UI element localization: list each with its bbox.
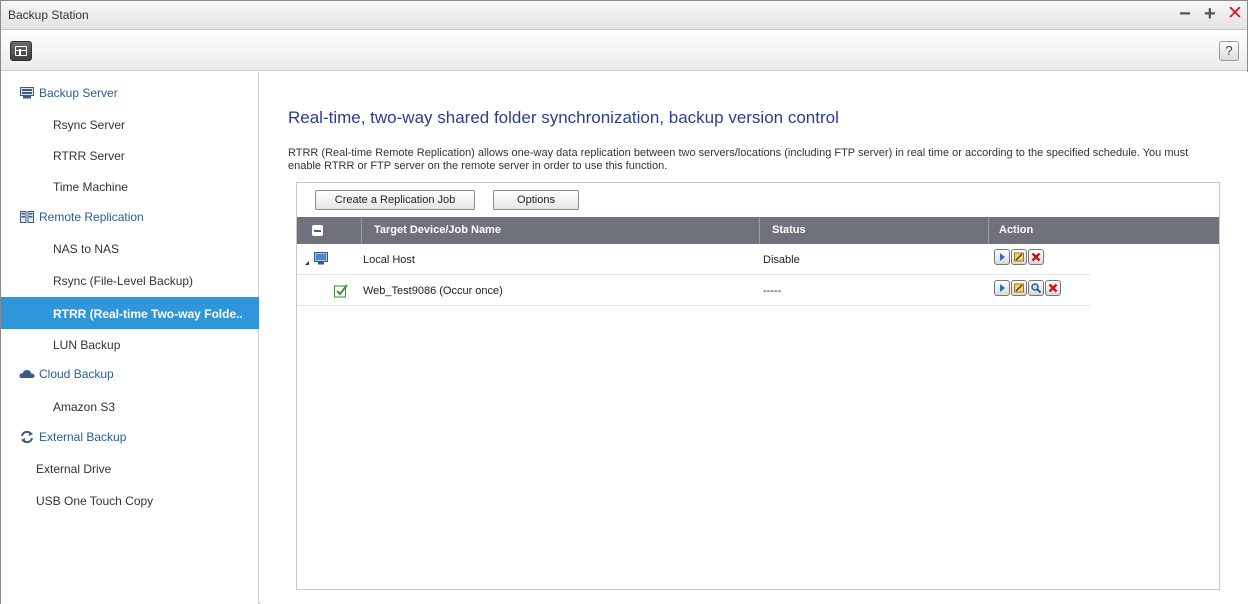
- help-button[interactable]: ?: [1219, 41, 1239, 61]
- edit-icon: [1014, 283, 1024, 293]
- maximize-button[interactable]: +: [1204, 3, 1216, 25]
- cloud-icon: [19, 370, 35, 378]
- column-header-action: Action: [988, 217, 1219, 244]
- window-title: Backup Station: [8, 8, 89, 22]
- sidebar-group-cloud-backup[interactable]: Cloud Backup: [1, 359, 259, 389]
- delete-button[interactable]: [1028, 249, 1044, 265]
- delete-button[interactable]: [1045, 280, 1061, 296]
- jobs-table-header: Target Device/Job Name Status Action: [297, 217, 1219, 244]
- menu-icon: [15, 46, 27, 56]
- delete-icon: [1031, 252, 1041, 262]
- sidebar-item-rtrr[interactable]: RTRR (Real-time Two-way Folde..: [1, 297, 259, 329]
- sidebar: Backup Server Rsync Server RTRR Server T…: [1, 72, 259, 604]
- sidebar-item-amazon-s3[interactable]: Amazon S3: [1, 391, 259, 421]
- sidebar-item-label: Time Machine: [53, 180, 128, 194]
- sidebar-group-label: Cloud Backup: [39, 367, 114, 381]
- row-actions: [994, 249, 1044, 265]
- sidebar-group-label: Remote Replication: [39, 210, 144, 224]
- sidebar-group-external-backup[interactable]: External Backup: [1, 422, 259, 452]
- row-actions: [994, 280, 1061, 296]
- delete-icon: [1048, 283, 1058, 293]
- job-status-check-icon: [334, 284, 348, 298]
- sidebar-item-external-drive[interactable]: External Drive: [1, 453, 259, 483]
- collapse-all-checkbox[interactable]: [312, 225, 323, 236]
- start-button[interactable]: [994, 280, 1010, 296]
- job-name: Local Host: [363, 254, 415, 266]
- toggle-menu-button[interactable]: [10, 41, 32, 61]
- sidebar-group-remote-replication[interactable]: Remote Replication: [1, 202, 259, 232]
- job-status: -----: [763, 285, 782, 297]
- sidebar-item-label: Rsync (File-Level Backup): [53, 274, 194, 288]
- job-status: Disable: [763, 254, 800, 266]
- magnifier-icon: [1031, 283, 1042, 294]
- table-row[interactable]: Web_Test9086 (Occur once) -----: [297, 276, 1090, 306]
- edit-button[interactable]: [1011, 280, 1027, 296]
- sidebar-item-label: Rsync Server: [53, 118, 126, 132]
- title-bar: Backup Station − + ✕: [1, 1, 1247, 30]
- local-host-computer-icon: [314, 252, 328, 265]
- sidebar-group-backup-server[interactable]: Backup Server: [1, 78, 259, 108]
- play-icon: [1000, 284, 1005, 292]
- edit-icon: [1014, 252, 1024, 262]
- sidebar-group-label: External Backup: [39, 430, 127, 444]
- minimize-button[interactable]: −: [1179, 3, 1191, 25]
- sidebar-item-label: USB One Touch Copy: [36, 494, 154, 508]
- toolbar: ?: [1, 31, 1247, 71]
- close-button[interactable]: ✕: [1227, 3, 1243, 25]
- page-description: RTRR (Real-time Remote Replication) allo…: [288, 147, 1189, 172]
- sidebar-item-time-machine[interactable]: Time Machine: [1, 171, 259, 201]
- create-replication-job-button[interactable]: Create a Replication Job: [315, 190, 475, 210]
- view-log-button[interactable]: [1028, 280, 1044, 296]
- sidebar-item-label: External Drive: [36, 462, 112, 476]
- sidebar-item-nas-to-nas[interactable]: NAS to NAS: [1, 233, 259, 263]
- column-header-name[interactable]: Target Device/Job Name: [361, 217, 759, 244]
- sync-arrows-icon: [21, 430, 33, 444]
- table-row[interactable]: Local Host Disable: [297, 245, 1090, 275]
- options-button[interactable]: Options: [493, 190, 579, 210]
- sidebar-item-label: Amazon S3: [53, 400, 116, 414]
- column-header-status[interactable]: Status: [759, 217, 988, 244]
- job-name: Web_Test9086 (Occur once): [363, 285, 503, 297]
- replication-jobs-panel: Create a Replication Job Options Target …: [296, 182, 1220, 590]
- backup-station-window: Backup Station − + ✕ ? Backup Server Rsy…: [0, 0, 1248, 604]
- main-content: Real-time, two-way shared folder synchro…: [260, 72, 1248, 604]
- sidebar-group-label: Backup Server: [39, 86, 118, 100]
- replication-icon: [20, 211, 34, 223]
- server-icon: [20, 87, 34, 99]
- sidebar-item-usb-one-touch-copy[interactable]: USB One Touch Copy: [1, 485, 259, 515]
- sidebar-item-rsync-file-level[interactable]: Rsync (File-Level Backup): [1, 265, 259, 295]
- page-title: Real-time, two-way shared folder synchro…: [288, 108, 839, 127]
- edit-button[interactable]: [1011, 249, 1027, 265]
- sidebar-item-label: NAS to NAS: [53, 242, 120, 256]
- sidebar-item-label: RTRR (Real-time Two-way Folde..: [53, 307, 243, 321]
- start-button[interactable]: [994, 249, 1010, 265]
- sidebar-item-lun-backup[interactable]: LUN Backup: [1, 329, 259, 359]
- sidebar-item-rtrr-server[interactable]: RTRR Server: [1, 140, 259, 170]
- expand-collapse-arrow-icon[interactable]: [305, 257, 309, 265]
- play-icon: [1000, 253, 1005, 261]
- sidebar-item-label: LUN Backup: [53, 338, 121, 352]
- sidebar-item-label: RTRR Server: [53, 149, 125, 163]
- sidebar-item-rsync-server[interactable]: Rsync Server: [1, 109, 259, 139]
